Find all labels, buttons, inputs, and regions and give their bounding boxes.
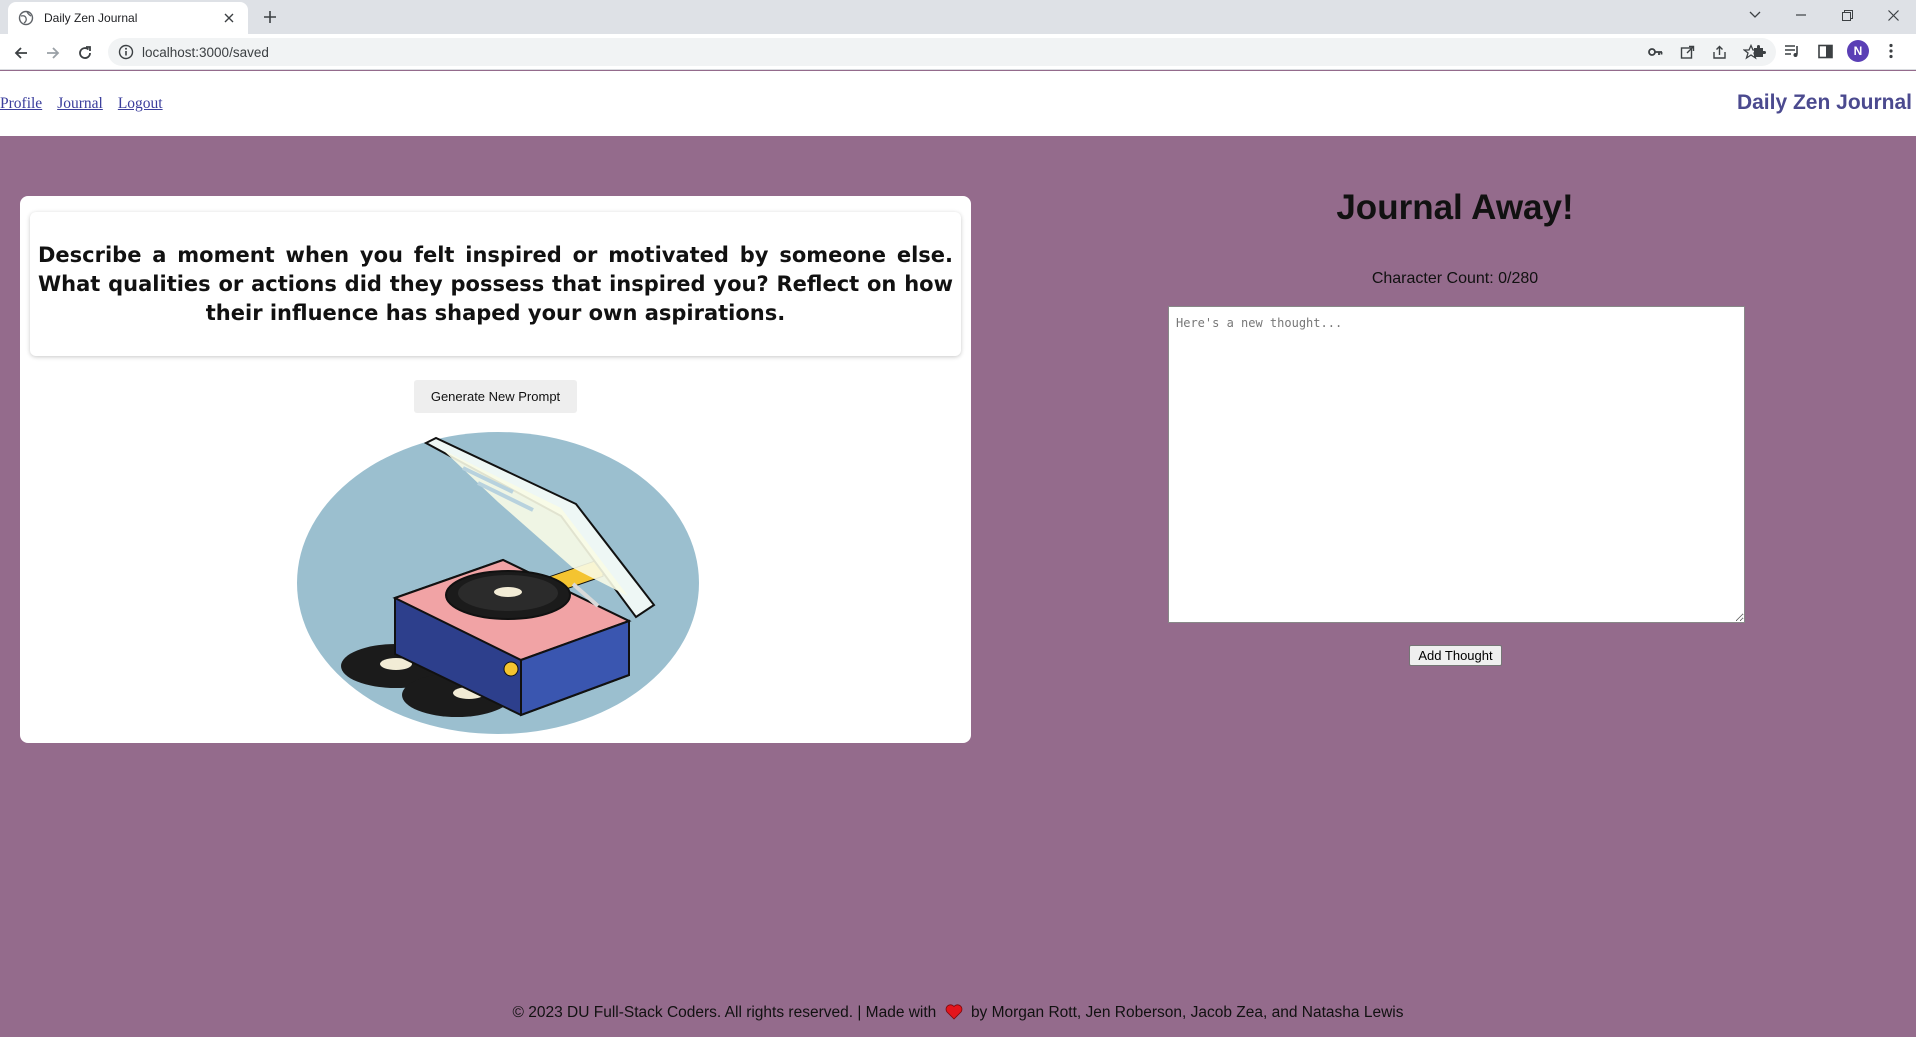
window-controls [1732,0,1916,30]
generate-prompt-button[interactable]: Generate New Prompt [414,380,577,413]
profile-initial: N [1847,40,1869,62]
info-icon[interactable] [118,44,134,60]
avatar[interactable]: N [1847,40,1869,62]
prompt-text: Describe a moment when you felt inspired… [38,242,953,325]
chevron-down-icon[interactable] [1732,0,1778,30]
reload-icon[interactable] [73,41,97,65]
kebab-menu-icon[interactable] [1880,40,1902,62]
globe-icon [18,10,34,26]
character-count: Character Count: 0/280 [1371,270,1539,287]
browser-toolbar: localhost:3000/saved N [0,34,1916,70]
url-text: localhost:3000/saved [142,44,269,60]
forward-icon[interactable] [41,41,65,65]
footer-copyright: © 2023 DU Full-Stack Coders. All rights … [512,1004,937,1021]
browser-tabstrip: Daily Zen Journal [0,0,1916,34]
nav-link-logout[interactable]: Logout [118,95,163,113]
prompt-card: Describe a moment when you felt inspired… [20,196,971,743]
media-icon[interactable] [1781,40,1803,62]
footer: © 2023 DU Full-Stack Coders. All rights … [0,1004,1916,1025]
browser-tab[interactable]: Daily Zen Journal [8,2,248,34]
address-bar[interactable]: localhost:3000/saved [108,38,1776,66]
key-icon[interactable] [1644,41,1666,63]
share-icon[interactable] [1708,41,1730,63]
minimize-icon[interactable] [1778,0,1824,30]
restore-icon[interactable] [1824,0,1870,30]
window-close-icon[interactable] [1870,0,1916,30]
plus-icon[interactable] [260,7,280,27]
site-header: Profile Journal Logout Daily Zen Journal [0,71,1916,136]
add-thought-button[interactable]: Add Thought [1409,645,1502,666]
brand-title: Daily Zen Journal [1736,91,1912,114]
close-icon[interactable] [220,9,238,27]
nav-link-journal[interactable]: Journal [57,95,103,113]
nav-link-profile[interactable]: Profile [0,95,42,113]
open-external-icon[interactable] [1676,41,1698,63]
puzzle-icon[interactable] [1748,40,1770,62]
thought-input[interactable] [1168,306,1745,623]
heart-icon [945,1004,963,1025]
turntable-illustration [297,432,699,734]
journal-title: Journal Away! [1336,188,1574,227]
back-icon[interactable] [9,41,33,65]
site-nav: Profile Journal Logout [0,95,163,113]
prompt-box: Describe a moment when you felt inspired… [30,212,961,356]
tab-title: Daily Zen Journal [44,11,138,25]
footer-credits: by Morgan Rott, Jen Roberson, Jacob Zea,… [970,1004,1404,1021]
sidebar-icon[interactable] [1814,40,1836,62]
